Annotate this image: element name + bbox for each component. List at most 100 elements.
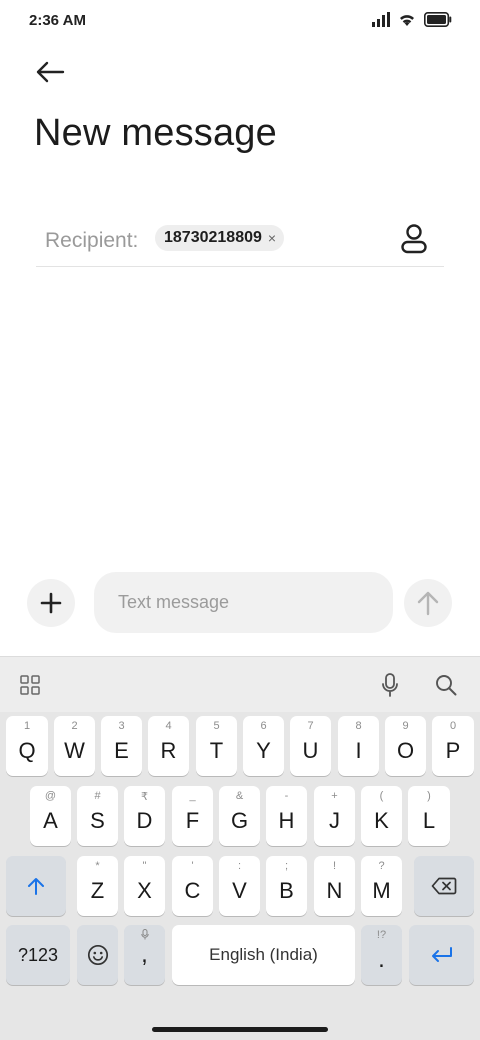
status-time: 2:36 AM [29,12,86,29]
key-i[interactable]: 8I [338,716,379,776]
microphone-icon [382,673,398,697]
key-label: B [279,878,294,903]
backspace-icon [431,877,457,895]
key-o[interactable]: 9O [385,716,426,776]
key-label: ?123 [17,944,59,965]
key-d[interactable]: ₹ D [124,786,165,846]
key-hint-label: ( [379,790,384,802]
key-hint-label: 8 [355,720,362,732]
key-a[interactable]: @ A [30,786,71,846]
key-v[interactable]: :V [219,856,260,916]
key-hint-label: 0 [449,720,457,732]
backspace-key[interactable] [414,856,474,916]
enter-key[interactable] [409,925,474,985]
key-hint-label: & [235,790,244,802]
grid-icon [20,675,40,695]
key-label: S [90,808,105,833]
wifi-icon [398,12,416,32]
key-label: C [184,878,201,903]
key-c[interactable]: ' C [172,856,213,916]
shift-key[interactable] [6,856,66,916]
back-button[interactable] [30,52,70,92]
key-e[interactable]: 3E [101,716,142,776]
key-label: P [445,738,461,763]
key-j[interactable]: + J [314,786,355,846]
emoji-icon [87,944,108,966]
keyboard: 1Q 2W 3E 4R 5T 6Y 7U 8I 9O 0P @ A # S ₹ D _… [0,656,480,1040]
key-label: M [372,878,391,903]
send-button[interactable] [404,579,452,627]
key-hint-label: _ [189,790,196,802]
key-u[interactable]: 7U [290,716,331,776]
key-label: Y [256,738,271,763]
page-title: New message [34,112,277,154]
key-label: E [114,738,129,763]
plus-icon [40,592,62,614]
key-hint-label: @ [44,790,57,802]
voice-input-button[interactable] [376,671,404,699]
key-f[interactable]: _ F [172,786,213,846]
key-l[interactable]: ) L [408,786,450,846]
key-hint-label: + [331,790,338,802]
key-g[interactable]: & G [219,786,260,846]
key-t[interactable]: 5T [196,716,237,776]
key-label: . [378,946,385,973]
enter-icon [431,947,452,962]
key-s[interactable]: # S [77,786,118,846]
key-m[interactable]: ? M [361,856,402,916]
comma-key[interactable]: , [124,925,165,985]
contact-picker-button[interactable] [398,223,430,255]
recipient-chip[interactable]: 18730218809 × [155,225,285,251]
search-icon [436,675,457,696]
key-k[interactable]: (K [361,786,402,846]
key-hint-label: ) [427,790,431,802]
shift-arrow-icon [28,878,44,895]
key-p[interactable]: 0P [432,716,474,776]
key-n[interactable]: ! N [314,856,355,916]
key-hint-label: ; [284,860,289,872]
key-label: I [355,738,362,763]
status-icons [372,12,452,32]
key-label: H [278,808,295,833]
recipient-field[interactable]: Recipient: 18730218809 × [36,214,444,267]
key-z[interactable]: * Z [77,856,118,916]
key-label: W [64,738,85,763]
key-b[interactable]: ; B [266,856,307,916]
recipient-label: Recipient: [45,229,139,252]
key-label: R [160,738,177,763]
key-q[interactable]: 1Q [6,716,48,776]
key-w[interactable]: 2W [54,716,95,776]
key-hint-label: ? [378,860,385,872]
message-input[interactable] [94,572,393,633]
add-attachment-button[interactable] [27,579,75,627]
recipient-chip-number: 18730218809 [164,229,262,246]
space-key[interactable]: English (India) [172,925,355,985]
microphone-hint-icon [140,929,149,940]
key-x[interactable]: " X [124,856,165,916]
key-h[interactable]: -H [266,786,307,846]
key-label: N [326,878,343,903]
key-label: D [136,808,153,833]
emoji-key[interactable] [77,925,118,985]
navigation-bar [0,1010,480,1040]
key-label: T [209,738,224,763]
compose-bar [0,570,480,636]
key-label: U [302,738,319,763]
key-y[interactable]: 6Y [243,716,284,776]
key-hint-label: 6 [260,720,267,732]
home-indicator[interactable] [152,1027,328,1032]
remove-recipient-button[interactable]: × [268,231,276,245]
keyboard-search-button[interactable] [432,671,460,699]
symbols-key[interactable]: ?123 [6,925,70,985]
send-arrow-icon [417,591,439,616]
key-label: Z [90,878,105,903]
period-key[interactable]: !?. [361,925,402,985]
apps-grid-button[interactable] [16,671,44,699]
key-hint-label: !? [376,929,387,941]
key-label: F [185,808,200,833]
key-hint-label: ! [332,860,337,872]
key-hint-label: " [142,860,147,872]
key-r[interactable]: 4R [148,716,189,776]
key-label: O [396,738,415,763]
key-hint-label: # [94,790,101,802]
